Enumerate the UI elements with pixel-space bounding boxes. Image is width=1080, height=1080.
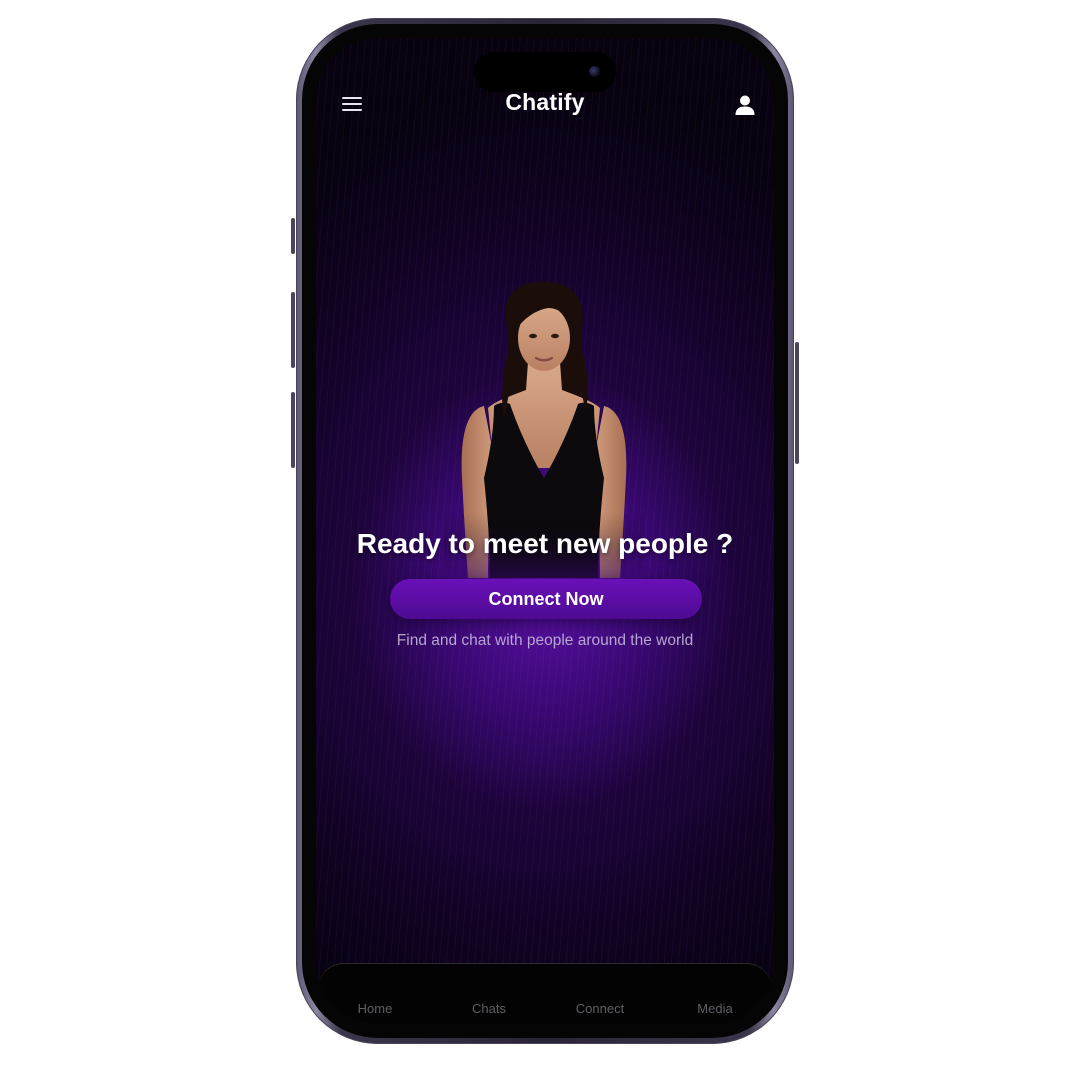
hero-subtitle: Find and chat with people around the wor… [396,632,694,649]
app-title: Chatify [505,89,585,115]
nav-item-chats[interactable]: Chats [472,1001,506,1016]
dynamic-island [474,52,616,92]
volume-up-button [291,292,295,368]
power-button [795,342,799,464]
user-icon[interactable] [734,94,756,116]
stage: Chatify Ready to meet new people ? Conne… [0,0,1080,1080]
headline: Ready to meet new people ? [356,528,734,559]
volume-down-button [291,392,295,468]
action-button [291,218,295,254]
connect-now-button[interactable]: Connect Now [390,579,702,619]
bottom-nav: Home Chats Connect Media [318,963,772,1024]
nav-item-home[interactable]: Home [358,1001,393,1016]
front-camera-icon [589,66,600,77]
nav-item-media[interactable]: Media [697,1001,732,1016]
app-screen: Chatify Ready to meet new people ? Conne… [316,38,774,1024]
nav-item-connect[interactable]: Connect [576,1001,624,1016]
